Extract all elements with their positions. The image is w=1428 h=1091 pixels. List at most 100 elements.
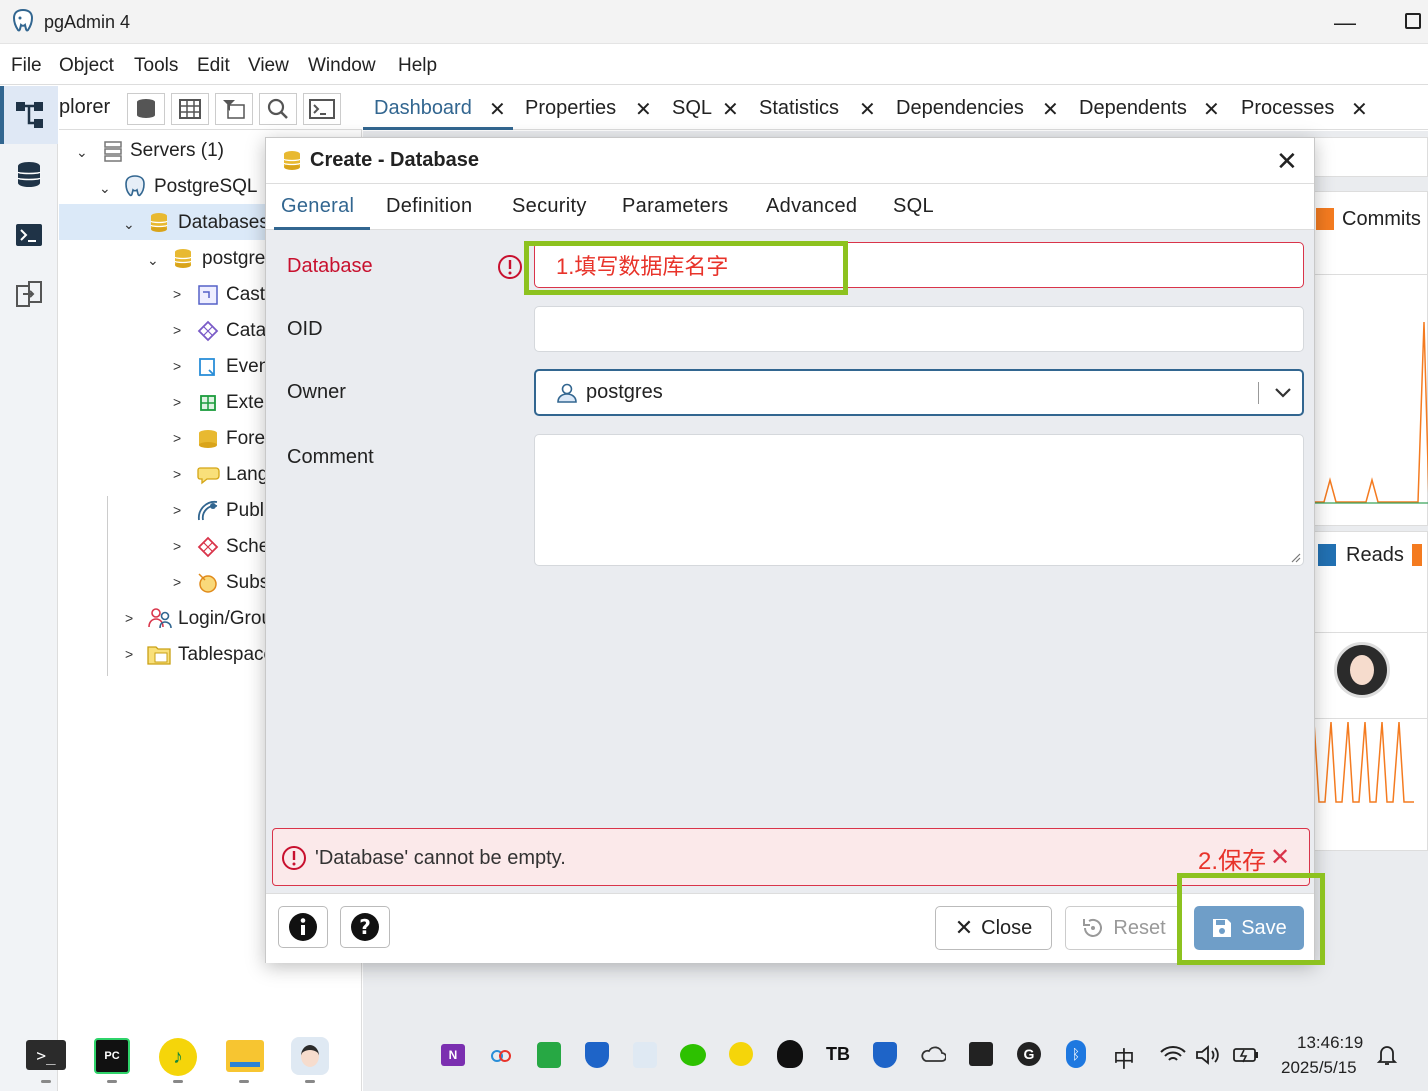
dialog-close-icon[interactable]: ✕	[1276, 146, 1298, 177]
extensions-icon	[200, 395, 216, 411]
wechat-tray-icon[interactable]	[680, 1044, 706, 1066]
error-close-icon[interactable]: ✕	[1270, 843, 1290, 872]
explorer-table-button[interactable]	[171, 93, 209, 125]
close-icon[interactable]: ✕	[722, 97, 739, 122]
owner-select[interactable]: postgres	[534, 369, 1304, 416]
menu-view[interactable]: View	[248, 55, 289, 77]
tab-parameters[interactable]: Parameters	[622, 195, 728, 218]
chevron-down-icon[interactable]	[1273, 386, 1293, 400]
tab-definition[interactable]: Definition	[386, 195, 472, 218]
close-icon[interactable]: ✕	[1351, 97, 1368, 122]
chevron-down-icon[interactable]: ⌄	[147, 252, 159, 269]
oid-input[interactable]	[534, 306, 1304, 352]
rail-explorer-button[interactable]	[0, 86, 58, 144]
shield-tray-icon[interactable]	[585, 1042, 609, 1068]
tab-processes[interactable]: Processes	[1241, 97, 1334, 120]
menu-file[interactable]: File	[11, 55, 42, 77]
clock-time[interactable]: 13:46:19	[1297, 1033, 1363, 1053]
tree-item-postgresql[interactable]: PostgreSQL	[154, 176, 258, 198]
ime-indicator[interactable]: 中	[1113, 1042, 1135, 1074]
menu-object[interactable]: Object	[59, 55, 114, 77]
chevron-down-icon[interactable]: ⌄	[76, 144, 88, 161]
chevron-right-icon[interactable]: >	[173, 394, 181, 410]
security-tray-icon[interactable]	[873, 1042, 897, 1068]
menu-help[interactable]: Help	[398, 55, 437, 77]
maximize-button[interactable]	[1405, 13, 1421, 29]
close-icon[interactable]: ✕	[489, 97, 506, 122]
chevron-right-icon[interactable]: >	[125, 610, 133, 626]
wifi-icon[interactable]	[1159, 1044, 1187, 1066]
tab-dependencies[interactable]: Dependencies	[896, 97, 1024, 120]
close-button[interactable]: ✕ Close	[935, 906, 1052, 950]
tab-statistics[interactable]: Statistics	[759, 97, 839, 120]
reads-legend-swatch	[1318, 544, 1336, 566]
tab-advanced[interactable]: Advanced	[766, 195, 857, 218]
rail-psql-button[interactable]	[12, 218, 46, 252]
onenote-tray-icon[interactable]: N	[441, 1044, 465, 1066]
chevron-right-icon[interactable]: >	[173, 322, 181, 338]
chevron-right-icon[interactable]: >	[173, 430, 181, 446]
tree-item-databases[interactable]: Databases	[178, 212, 269, 234]
clock-date[interactable]: 2025/5/15	[1281, 1058, 1357, 1078]
help-button[interactable]: ?	[340, 906, 390, 948]
chevron-right-icon[interactable]: >	[173, 574, 181, 590]
reset-button[interactable]: Reset	[1065, 906, 1182, 950]
bluetooth-tray-icon[interactable]: ᛒ	[1066, 1040, 1086, 1068]
chevron-right-icon[interactable]: >	[173, 538, 181, 554]
rail-schema-diff-button[interactable]	[12, 278, 46, 312]
explorer-search-button[interactable]	[259, 93, 297, 125]
chevron-right-icon[interactable]: >	[173, 466, 181, 482]
close-icon[interactable]: ✕	[635, 97, 652, 122]
menu-tools[interactable]: Tools	[134, 55, 178, 77]
pgadmin-logo-icon	[12, 8, 34, 39]
tab-general[interactable]: General	[281, 195, 354, 218]
battery-icon[interactable]	[1232, 1044, 1260, 1066]
pycharm-app-icon[interactable]: PC	[94, 1038, 130, 1074]
rail-query-tool-button[interactable]	[12, 158, 46, 192]
menu-window[interactable]: Window	[308, 55, 376, 77]
info-button[interactable]	[278, 906, 328, 948]
tab-sql[interactable]: SQL	[672, 97, 712, 120]
chevron-right-icon[interactable]: >	[125, 646, 133, 662]
music-tray-icon[interactable]	[729, 1042, 753, 1066]
avatar-tray-icon[interactable]	[633, 1042, 657, 1068]
tab-security[interactable]: Security	[512, 195, 587, 218]
app-tray-icon[interactable]	[969, 1042, 993, 1066]
tb-tray-icon[interactable]: TB	[826, 1042, 850, 1066]
annotation-fill-database-name: 1.填写数据库名字	[556, 254, 729, 279]
menu-edit[interactable]: Edit	[197, 55, 230, 77]
chevron-down-icon[interactable]: ⌄	[99, 180, 111, 197]
resize-handle-icon[interactable]	[1289, 551, 1301, 563]
avatar[interactable]	[1334, 642, 1390, 698]
chevron-right-icon[interactable]: >	[173, 358, 181, 374]
tab-dashboard[interactable]: Dashboard	[374, 97, 472, 120]
tree-item-servers[interactable]: Servers (1)	[130, 140, 224, 162]
casts-icon	[198, 285, 218, 305]
tree-item-postgres[interactable]: postgres	[202, 248, 275, 270]
tab-properties[interactable]: Properties	[525, 97, 616, 120]
qq-tray-icon[interactable]	[777, 1040, 803, 1068]
tab-sql[interactable]: SQL	[893, 195, 934, 218]
music-app-icon[interactable]: ♪	[159, 1038, 197, 1076]
avatar-app-icon[interactable]	[291, 1037, 329, 1075]
explorer-psql-button[interactable]	[303, 93, 341, 125]
explorer-filter-button[interactable]	[215, 93, 253, 125]
close-icon[interactable]: ✕	[859, 97, 876, 122]
volume-icon[interactable]	[1195, 1044, 1221, 1066]
cloud-tray-icon[interactable]	[489, 1044, 513, 1068]
comment-textarea[interactable]	[534, 434, 1304, 566]
close-icon[interactable]: ✕	[1203, 97, 1220, 122]
minimize-button[interactable]: —	[1334, 10, 1356, 36]
close-icon[interactable]: ✕	[1042, 97, 1059, 122]
g-tray-icon[interactable]: G	[1017, 1042, 1041, 1066]
explorer-db-button[interactable]	[127, 93, 165, 125]
chevron-down-icon[interactable]: ⌄	[123, 216, 135, 233]
terminal-app-icon[interactable]: >_	[26, 1040, 66, 1070]
green-app-tray-icon[interactable]	[537, 1042, 561, 1068]
chevron-right-icon[interactable]: >	[173, 286, 181, 302]
file-explorer-icon[interactable]	[226, 1040, 264, 1072]
tab-dependents[interactable]: Dependents	[1079, 97, 1187, 120]
chevron-right-icon[interactable]: >	[173, 502, 181, 518]
notification-bell-icon[interactable]	[1374, 1042, 1400, 1068]
onedrive-tray-icon[interactable]	[920, 1044, 946, 1064]
